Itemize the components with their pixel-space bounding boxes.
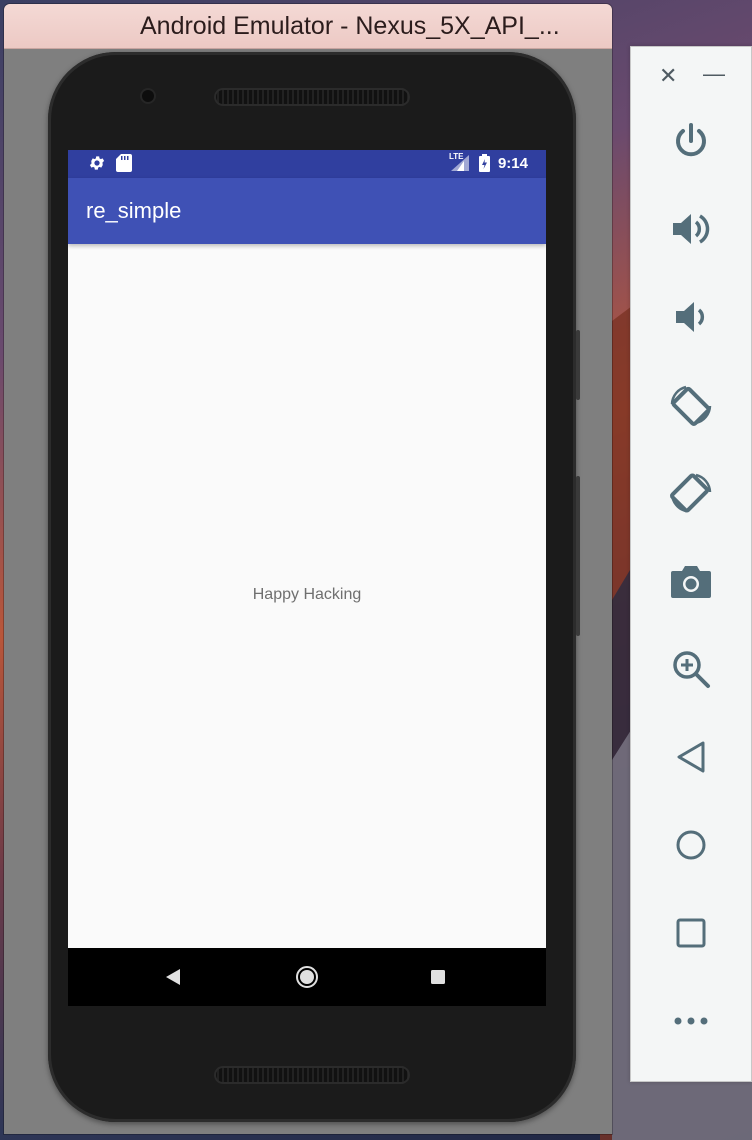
home-icon	[676, 830, 706, 860]
device-frame: LTE 9:14 re_simple Happy Hacking	[48, 52, 580, 1122]
minimize-icon[interactable]: —	[703, 61, 725, 87]
volume-down-icon	[676, 302, 705, 332]
settings-icon	[88, 154, 106, 172]
volume-side-button	[576, 476, 580, 636]
window-title: Android Emulator - Nexus_5X_API_...	[140, 12, 560, 40]
back-button[interactable]	[661, 727, 721, 787]
zoom-icon	[673, 651, 710, 688]
power-side-button	[576, 330, 580, 400]
main-text: Happy Hacking	[252, 586, 362, 603]
overview-button[interactable]	[661, 903, 721, 963]
power-button[interactable]	[661, 111, 721, 171]
emulator-window: Android Emulator - Nexus_5X_API_... LTE …	[4, 4, 612, 1134]
screenshot-button[interactable]	[661, 551, 721, 611]
status-time: 9:14	[497, 154, 528, 172]
nav-recents-button[interactable]	[408, 948, 468, 1006]
status-bar: LTE 9:14	[68, 150, 546, 178]
volume-up-button[interactable]	[661, 199, 721, 259]
zoom-button[interactable]	[661, 639, 721, 699]
lte-signal-icon: LTE	[448, 152, 471, 172]
close-icon[interactable]: ✕	[659, 63, 677, 89]
home-icon	[296, 966, 318, 988]
bottom-speaker	[214, 1066, 410, 1084]
rotate-right-icon	[670, 473, 712, 513]
sd-card-icon	[116, 154, 132, 172]
app-title: re_simple	[86, 198, 182, 223]
volume-down-button[interactable]	[661, 287, 721, 347]
rotate-left-icon	[670, 385, 712, 426]
lte-label: LTE	[448, 152, 464, 161]
rotate-right-button[interactable]	[661, 463, 721, 523]
overview-icon	[676, 918, 706, 948]
nav-back-button[interactable]	[143, 948, 203, 1006]
app-toolbar: re_simple	[68, 178, 546, 244]
volume-up-icon	[673, 214, 710, 244]
rotate-left-button[interactable]	[661, 375, 721, 435]
window-titlebar[interactable]: Android Emulator - Nexus_5X_API_...	[4, 4, 612, 49]
battery-charging-icon	[478, 154, 490, 172]
emulator-toolbar: ✕ —	[630, 46, 752, 1082]
back-icon	[166, 969, 180, 985]
more-button[interactable]	[661, 991, 721, 1051]
back-icon	[677, 741, 705, 773]
home-button[interactable]	[661, 815, 721, 875]
top-speaker	[214, 88, 410, 106]
front-camera	[142, 90, 154, 102]
nav-home-button[interactable]	[277, 948, 337, 1006]
recents-icon	[431, 970, 445, 984]
nav-bar	[68, 948, 546, 1006]
device-screen[interactable]: LTE 9:14 re_simple Happy Hacking	[68, 150, 546, 1006]
more-icon	[674, 1017, 708, 1025]
camera-icon	[671, 566, 711, 598]
power-icon	[676, 123, 706, 157]
